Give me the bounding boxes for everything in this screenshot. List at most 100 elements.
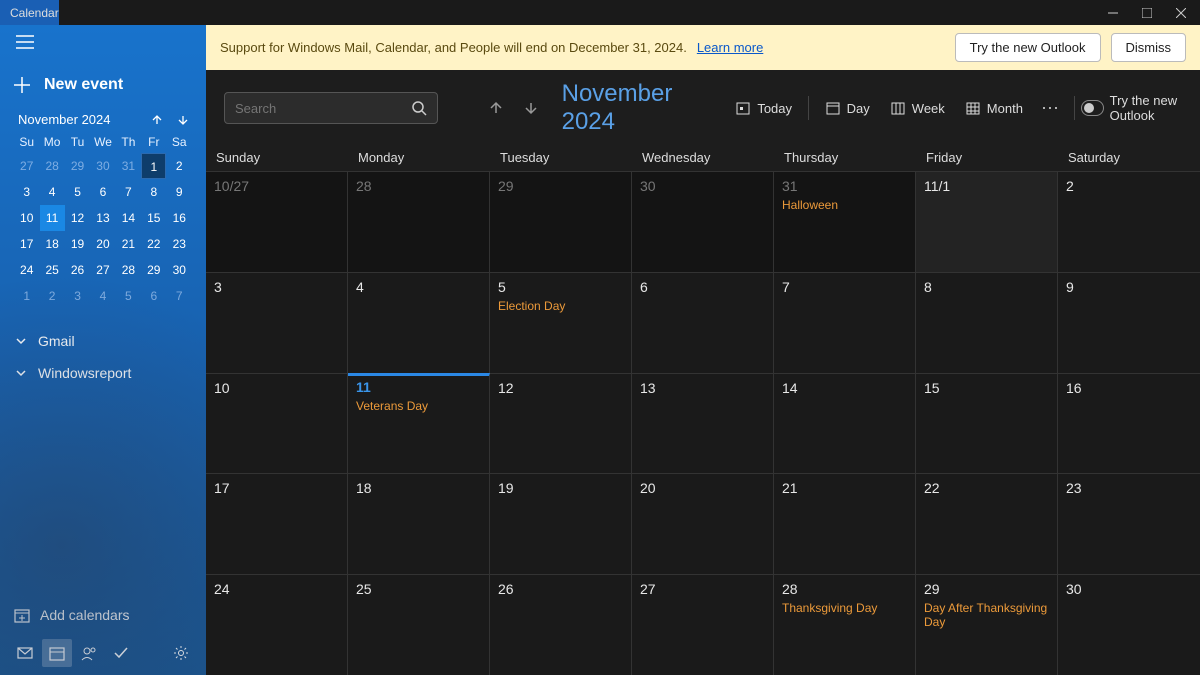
day-cell[interactable]: 24 — [206, 574, 348, 675]
dismiss-banner-button[interactable]: Dismiss — [1111, 33, 1187, 62]
minical-day[interactable]: 27 — [90, 257, 115, 283]
day-cell[interactable]: 8 — [916, 272, 1058, 373]
day-cell[interactable]: 28 — [348, 171, 490, 272]
minical-day[interactable]: 30 — [90, 153, 115, 179]
minical-day[interactable]: 3 — [65, 283, 90, 309]
minical-day[interactable]: 14 — [116, 205, 141, 231]
minical-day[interactable]: 29 — [65, 153, 90, 179]
minical-day[interactable]: 5 — [65, 179, 90, 205]
day-cell[interactable]: 16 — [1058, 373, 1200, 474]
minical-day[interactable]: 29 — [141, 257, 166, 283]
minical-day[interactable]: 19 — [65, 231, 90, 257]
minical-day[interactable]: 16 — [167, 205, 192, 231]
minical-day[interactable]: 23 — [167, 231, 192, 257]
day-cell[interactable]: 10/27 — [206, 171, 348, 272]
banner-link[interactable]: Learn more — [697, 40, 763, 55]
more-options-button[interactable]: ⋯ — [1033, 98, 1068, 119]
minical-day[interactable]: 28 — [40, 153, 65, 179]
mail-app-button[interactable] — [10, 639, 40, 667]
minical-day[interactable]: 10 — [14, 205, 39, 231]
minical-day[interactable]: 2 — [167, 153, 192, 179]
month-title[interactable]: November 2024 — [562, 80, 716, 136]
minical-day[interactable]: 4 — [40, 179, 65, 205]
event-item[interactable]: Veterans Day — [356, 399, 481, 413]
day-cell[interactable]: 18 — [348, 473, 490, 574]
search-input[interactable] — [235, 101, 411, 116]
day-cell[interactable]: 30 — [632, 171, 774, 272]
minical-day[interactable]: 13 — [90, 205, 115, 231]
minical-prev-button[interactable] — [150, 113, 164, 127]
minical-day[interactable]: 11 — [40, 205, 65, 231]
minical-day[interactable]: 27 — [14, 153, 39, 179]
day-cell[interactable]: 21 — [774, 473, 916, 574]
minical-day[interactable]: 9 — [167, 179, 192, 205]
search-box[interactable] — [224, 92, 438, 124]
people-app-button[interactable] — [74, 639, 104, 667]
new-event-button[interactable]: New event — [0, 64, 206, 106]
day-cell[interactable]: 27 — [632, 574, 774, 675]
minical-title[interactable]: November 2024 — [18, 112, 111, 127]
close-button[interactable] — [1164, 0, 1198, 25]
event-item[interactable]: Halloween — [782, 198, 907, 212]
day-cell[interactable]: 7 — [774, 272, 916, 373]
menu-button[interactable] — [0, 25, 206, 64]
event-item[interactable]: Election Day — [498, 299, 623, 313]
day-cell[interactable]: 29Day After Thanksgiving Day — [916, 574, 1058, 675]
add-calendars-button[interactable]: Add calendars — [0, 597, 206, 633]
day-cell[interactable]: 19 — [490, 473, 632, 574]
day-cell[interactable]: 5Election Day — [490, 272, 632, 373]
day-cell[interactable]: 6 — [632, 272, 774, 373]
minical-day[interactable]: 4 — [90, 283, 115, 309]
minical-day[interactable]: 8 — [141, 179, 166, 205]
day-cell[interactable]: 23 — [1058, 473, 1200, 574]
minimize-button[interactable] — [1096, 0, 1130, 25]
minical-day[interactable]: 24 — [14, 257, 39, 283]
maximize-button[interactable] — [1130, 0, 1164, 25]
calendar-app-button[interactable] — [42, 639, 72, 667]
try-outlook-button[interactable]: Try the new Outlook — [955, 33, 1101, 62]
minical-next-button[interactable] — [176, 113, 190, 127]
event-item[interactable]: Thanksgiving Day — [782, 601, 907, 615]
minical-day[interactable]: 7 — [167, 283, 192, 309]
prev-month-button[interactable] — [483, 94, 508, 122]
day-cell[interactable]: 11/1 — [916, 171, 1058, 272]
day-cell[interactable]: 28Thanksgiving Day — [774, 574, 916, 675]
day-cell[interactable]: 3 — [206, 272, 348, 373]
day-view-button[interactable]: Day — [815, 94, 880, 122]
minical-day[interactable]: 2 — [40, 283, 65, 309]
minical-day[interactable]: 1 — [141, 153, 166, 179]
day-cell[interactable]: 10 — [206, 373, 348, 474]
day-cell[interactable]: 9 — [1058, 272, 1200, 373]
minical-day[interactable]: 21 — [116, 231, 141, 257]
minical-day[interactable]: 20 — [90, 231, 115, 257]
minical-day[interactable]: 6 — [90, 179, 115, 205]
minical-day[interactable]: 26 — [65, 257, 90, 283]
day-cell[interactable]: 11Veterans Day — [348, 373, 490, 474]
minical-day[interactable]: 1 — [14, 283, 39, 309]
account-item[interactable]: Gmail — [0, 325, 206, 357]
today-button[interactable]: Today — [725, 94, 802, 122]
day-cell[interactable]: 4 — [348, 272, 490, 373]
minical-day[interactable]: 12 — [65, 205, 90, 231]
day-cell[interactable]: 2 — [1058, 171, 1200, 272]
day-cell[interactable]: 31Halloween — [774, 171, 916, 272]
account-item[interactable]: Windowsreport — [0, 357, 206, 389]
minical-day[interactable]: 7 — [116, 179, 141, 205]
minical-day[interactable]: 28 — [116, 257, 141, 283]
day-cell[interactable]: 20 — [632, 473, 774, 574]
next-month-button[interactable] — [518, 94, 543, 122]
day-cell[interactable]: 26 — [490, 574, 632, 675]
todo-app-button[interactable] — [106, 639, 136, 667]
event-item[interactable]: Day After Thanksgiving Day — [924, 601, 1049, 629]
minical-day[interactable]: 15 — [141, 205, 166, 231]
minical-day[interactable]: 18 — [40, 231, 65, 257]
day-cell[interactable]: 25 — [348, 574, 490, 675]
minical-day[interactable]: 31 — [116, 153, 141, 179]
minical-day[interactable]: 3 — [14, 179, 39, 205]
day-cell[interactable]: 22 — [916, 473, 1058, 574]
try-outlook-toggle[interactable] — [1081, 100, 1104, 116]
day-cell[interactable]: 14 — [774, 373, 916, 474]
settings-button[interactable] — [166, 639, 196, 667]
minical-day[interactable]: 25 — [40, 257, 65, 283]
day-cell[interactable]: 15 — [916, 373, 1058, 474]
